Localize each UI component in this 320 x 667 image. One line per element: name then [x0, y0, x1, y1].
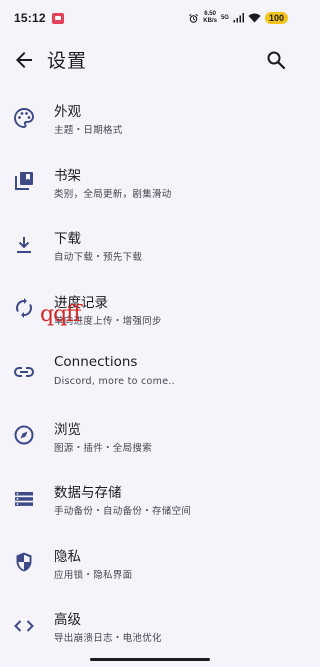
- settings-item-title: 数据与存储: [54, 485, 122, 501]
- storage-icon: [12, 487, 36, 511]
- back-button[interactable]: [12, 48, 36, 72]
- settings-item-subtitle: 手动备份・自动备份・存储空间: [54, 506, 192, 517]
- privacy-shield-icon: [12, 550, 36, 574]
- link-icon: [12, 360, 36, 384]
- sync-icon: [12, 296, 36, 320]
- settings-item-appearance[interactable]: 外观 主题・日期格式: [0, 86, 300, 150]
- settings-item-subtitle: 导出崩溃日志・电池优化: [54, 633, 162, 644]
- network-type: 5G: [220, 15, 229, 21]
- settings-item-title: 外观: [54, 104, 81, 120]
- alarm-icon: [188, 13, 199, 24]
- settings-item-data-storage[interactable]: 数据与存储 手动备份・自动备份・存储空间: [0, 467, 300, 531]
- search-button[interactable]: [264, 48, 288, 72]
- network-speed-unit: KB/s: [203, 18, 217, 24]
- settings-item-library[interactable]: 书架 类别，全局更新，剧集滑动: [0, 150, 300, 214]
- settings-item-title: 进度记录: [54, 294, 108, 311]
- compass-icon: [12, 423, 36, 447]
- network-speed: 6.50 KB/s: [203, 11, 217, 25]
- settings-item-privacy[interactable]: 隐私 应用锁・隐私界面: [0, 531, 300, 595]
- search-icon: [264, 51, 288, 76]
- status-indicators: 6.50 KB/s 5G 100: [188, 11, 288, 25]
- signal-icon: [233, 13, 244, 23]
- download-icon: [12, 233, 36, 257]
- wifi-icon: [248, 13, 261, 23]
- page-title: 设置: [47, 50, 88, 72]
- settings-item-browse[interactable]: 浏览 图源・插件・全局搜索: [0, 404, 300, 468]
- settings-item-title: 高级: [54, 612, 81, 628]
- settings-item-tracking[interactable]: 进度记录 单向进度上传・增强同步: [0, 277, 300, 341]
- settings-list: 外观 主题・日期格式 书架 类别，全局更新，剧集滑动 下载 自动下载・预先下载 …: [0, 86, 300, 658]
- palette-icon: [12, 106, 36, 130]
- settings-item-title: 隐私: [54, 548, 81, 565]
- settings-item-advanced[interactable]: 高级 导出崩溃日志・电池优化: [0, 594, 300, 658]
- library-icon: [12, 169, 36, 193]
- code-icon: [12, 614, 36, 638]
- settings-item-subtitle: 单向进度上传・增强同步: [54, 315, 162, 327]
- navigation-handle[interactable]: [90, 658, 210, 661]
- network-speed-value: 6.50: [204, 11, 216, 17]
- app-bar: 设置: [0, 36, 300, 84]
- settings-item-subtitle: 主题・日期格式: [54, 125, 123, 136]
- status-bar: 15:12 6.50 KB/s 5G 100: [0, 0, 300, 36]
- settings-item-connections[interactable]: Connections Discord, more to come..: [0, 340, 300, 404]
- settings-item-title: 下载: [54, 231, 81, 247]
- app-notification-icon: [51, 12, 64, 24]
- settings-item-subtitle: Discord, more to come..: [54, 376, 176, 387]
- status-time: 15:12: [14, 11, 46, 25]
- settings-item-subtitle: 类别，全局更新，剧集滑动: [54, 188, 172, 200]
- settings-item-title: 书架: [54, 167, 81, 184]
- settings-item-subtitle: 应用锁・隐私界面: [54, 569, 133, 581]
- arrow-left-icon: [12, 52, 36, 76]
- battery-indicator: 100: [264, 12, 288, 24]
- settings-item-title: Connections: [54, 354, 138, 370]
- settings-item-title: 浏览: [54, 421, 81, 438]
- settings-item-subtitle: 自动下载・预先下载: [54, 252, 143, 263]
- settings-item-download[interactable]: 下载 自动下载・预先下载: [0, 213, 300, 277]
- settings-item-subtitle: 图源・插件・全局搜索: [54, 442, 153, 454]
